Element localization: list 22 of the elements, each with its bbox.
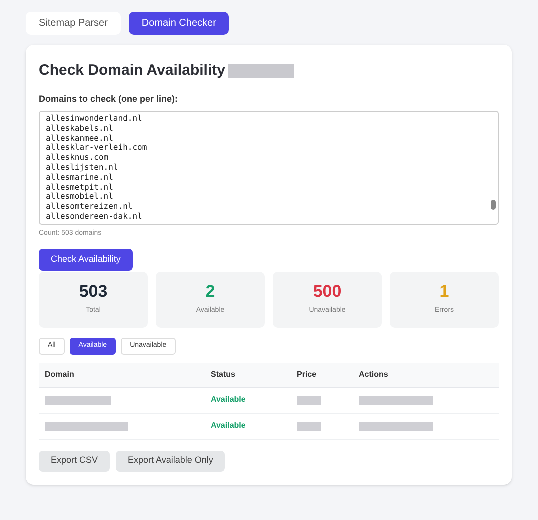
status-text: Available xyxy=(211,420,247,432)
stat-value: 503 xyxy=(79,282,108,302)
redacted-text xyxy=(297,422,321,430)
column-header: Status xyxy=(211,368,236,380)
redacted-text xyxy=(297,396,321,404)
field-label: Domains to check (one per line): xyxy=(39,92,180,106)
status-text: Available xyxy=(211,394,247,406)
tab[interactable]: Sitemap Parser xyxy=(26,12,121,35)
redacted-text xyxy=(228,64,294,78)
domains-field[interactable]: allesinwonderland.nl alleskabels.nl alleskanmee.nl allesklar-verleih.com allesknus.com alleslijsten.nl allesmarine.nl allesmetpit.nl allesmobiel.nl allesomtereizen.nl allesondereen-dak.nl xyxy=(39,111,499,225)
export-button[interactable]: Export CSV xyxy=(39,450,110,472)
column-header: Price xyxy=(297,368,318,380)
card-title: Check Domain Availability xyxy=(39,61,226,81)
stat-value: 500 xyxy=(313,282,342,302)
tab[interactable]: Domain Checker xyxy=(128,12,230,35)
check-availability-button[interactable]: Check Availability xyxy=(39,248,133,270)
export-button[interactable]: Export Available Only xyxy=(116,450,226,472)
stat-value: 1 xyxy=(440,282,450,302)
stat-value: 2 xyxy=(206,282,216,302)
column-header: Actions xyxy=(359,368,390,380)
column-header: Domain xyxy=(45,368,76,380)
redacted-text xyxy=(45,396,111,404)
